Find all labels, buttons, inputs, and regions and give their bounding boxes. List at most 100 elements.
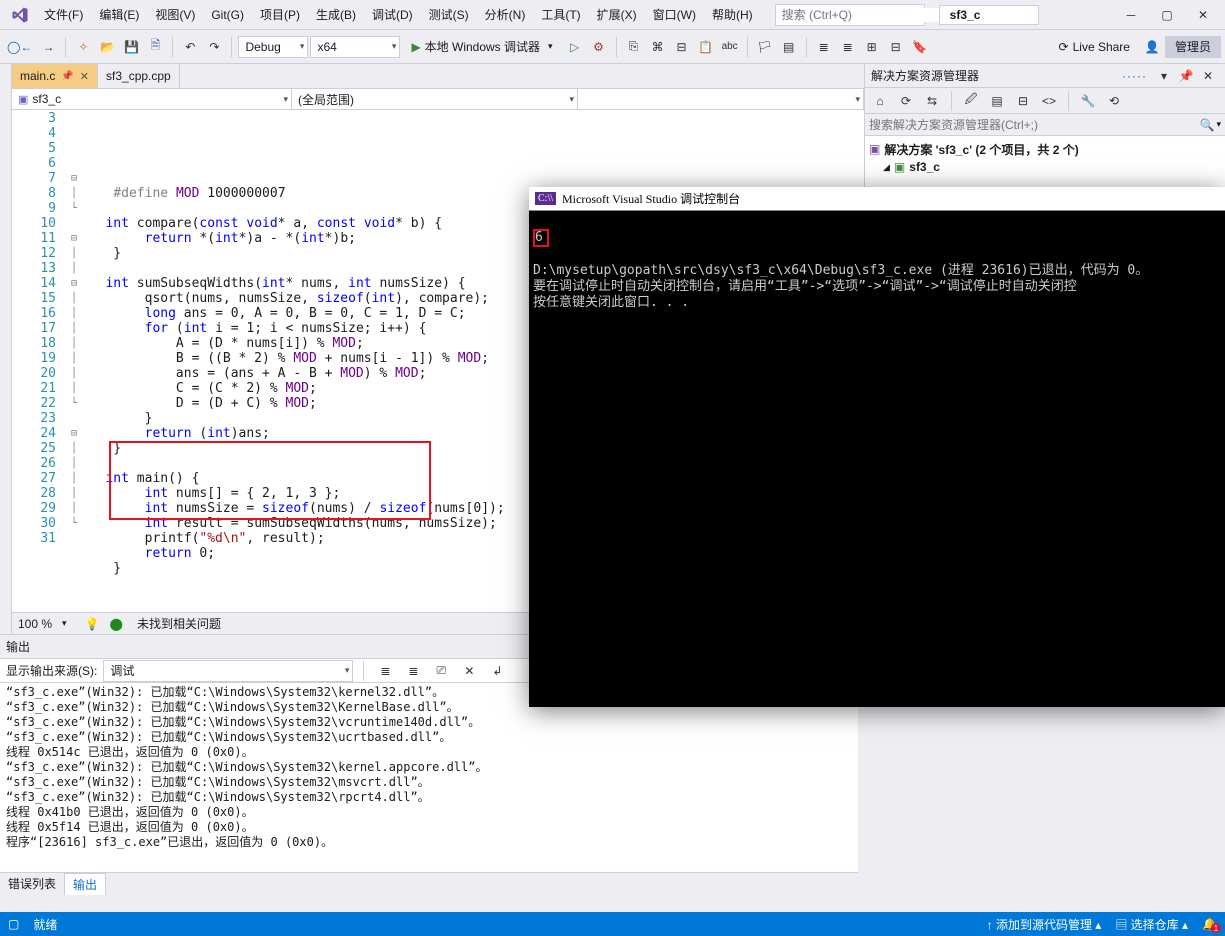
close-window-button[interactable]: ✕ <box>1185 4 1221 26</box>
expand-icon[interactable]: ◢ <box>883 162 890 173</box>
tb-extra3-icon[interactable]: ⊟ <box>671 36 693 58</box>
out-tool2-icon[interactable]: ≣ <box>402 660 424 682</box>
tab-error-list[interactable]: 错误列表 <box>0 873 64 894</box>
save-all-icon[interactable]: 🗎 <box>144 36 166 58</box>
out-tool3-icon[interactable]: ⎚ <box>430 660 452 682</box>
se-search-input[interactable] <box>869 118 1200 132</box>
file-tab-label: sf3_cpp.cpp <box>106 69 171 83</box>
tab-output[interactable]: 输出 <box>64 873 106 895</box>
maximize-button[interactable]: ▢ <box>1149 4 1185 26</box>
notification-bell-icon[interactable]: 🔔1 <box>1202 917 1217 931</box>
se-home-icon[interactable]: ⌂ <box>869 90 891 112</box>
solution-name-box[interactable]: sf3_c <box>939 5 1039 25</box>
redo-icon[interactable]: ↷ <box>203 36 225 58</box>
menu-debug[interactable]: 调试(D) <box>364 2 421 27</box>
open-icon[interactable]: 📂 <box>96 36 118 58</box>
output-title: 输出 <box>6 638 30 655</box>
feedback-icon[interactable]: 👤 <box>1141 36 1163 58</box>
liveshare-button[interactable]: ⟳Live Share <box>1050 36 1139 58</box>
new-item-icon[interactable]: ✧ <box>72 36 94 58</box>
project-node[interactable]: ◢ ▣ sf3_c <box>869 158 1221 176</box>
scope-member[interactable] <box>578 89 864 109</box>
se-tool3-icon[interactable]: ⊟ <box>1012 90 1034 112</box>
ok-icon: ⬤ <box>110 617 123 631</box>
minimize-button[interactable]: ─ <box>1113 4 1149 26</box>
tb-comment-icon[interactable]: ≣ <box>813 36 835 58</box>
menu-test[interactable]: 测试(S) <box>421 2 477 27</box>
scope-global-label: (全局范围) <box>298 91 354 108</box>
tb-flag-icon[interactable]: 🏳 <box>754 36 776 58</box>
out-wrap-icon[interactable]: ↲ <box>486 660 508 682</box>
search-input[interactable] <box>776 8 943 22</box>
tb-extra4-icon[interactable]: 📋 <box>695 36 717 58</box>
console-icon: C:\\ <box>535 192 556 205</box>
platform-select[interactable]: x64 <box>310 36 400 58</box>
se-close-icon[interactable]: ✕ <box>1197 65 1219 87</box>
scope-global[interactable]: (全局范围) <box>292 89 578 109</box>
se-tool4-icon[interactable]: <> <box>1038 90 1060 112</box>
pin-icon[interactable]: 📌 <box>61 71 73 82</box>
file-tab-main-c[interactable]: main.c 📌 ✕ <box>12 64 98 88</box>
menu-window[interactable]: 窗口(W) <box>645 2 704 27</box>
solution-root[interactable]: ▣ 解决方案 'sf3_c' (2 个项目，共 2 个) <box>869 140 1221 158</box>
menu-extensions[interactable]: 扩展(X) <box>589 2 645 27</box>
se-tool2-icon[interactable]: ▤ <box>986 90 1008 112</box>
console-hint2: 按任意键关闭此窗口. . . <box>533 295 689 310</box>
se-tool5-icon[interactable]: ⟲ <box>1103 90 1125 112</box>
menu-git[interactable]: Git(G) <box>203 4 252 26</box>
tb-outdent-icon[interactable]: ⊟ <box>885 36 907 58</box>
se-pin-icon[interactable]: 📌 <box>1175 65 1197 87</box>
menu-project[interactable]: 项目(P) <box>252 2 308 27</box>
menu-edit[interactable]: 编辑(E) <box>91 2 147 27</box>
zoom-level[interactable]: 100 % <box>18 617 52 631</box>
nav-back-icon[interactable]: ◯← <box>4 36 35 58</box>
se-sync-icon[interactable]: ⇆ <box>921 90 943 112</box>
se-tool1-icon[interactable]: 🖉 <box>960 90 982 112</box>
scope-project[interactable]: ▣sf3_c <box>12 89 292 109</box>
output-text[interactable]: “sf3_c.exe”(Win32): 已加载“C:\Windows\Syste… <box>0 683 858 872</box>
tb-extra1-icon[interactable]: ⎘ <box>623 36 645 58</box>
close-tab-icon[interactable]: ✕ <box>80 70 89 83</box>
tb-indent-icon[interactable]: ⊞ <box>861 36 883 58</box>
scope-project-label: sf3_c <box>32 92 61 106</box>
issues-label: 未找到相关问题 <box>137 615 221 632</box>
tb-extra2-icon[interactable]: ⌘ <box>647 36 669 58</box>
debug-console-window[interactable]: C:\\ Microsoft Visual Studio 调试控制台 6 D:\… <box>529 187 1225 707</box>
config-select[interactable]: Debug <box>238 36 308 58</box>
se-view-icon[interactable]: ⟳ <box>895 90 917 112</box>
liveshare-icon: ⟳ <box>1059 40 1069 54</box>
file-tab-sf3cpp[interactable]: sf3_cpp.cpp <box>98 64 180 88</box>
quick-search[interactable]: 🔍 <box>775 4 925 26</box>
start-nodebug-icon[interactable]: ▷ <box>564 36 586 58</box>
undo-icon[interactable]: ↶ <box>179 36 201 58</box>
search-icon: 🔍 <box>1200 118 1215 132</box>
start-debug-button[interactable]: ▶本地 Windows 调试器▾ <box>402 36 561 58</box>
nav-fwd-icon[interactable]: → <box>37 36 59 58</box>
out-tool1-icon[interactable]: ≣ <box>374 660 396 682</box>
menu-build[interactable]: 生成(B) <box>308 2 364 27</box>
solution-explorer-title: 解决方案资源管理器 <box>871 67 1116 84</box>
tb-uncomment-icon[interactable]: ≣ <box>837 36 859 58</box>
sb-src-control[interactable]: ↑ 添加到源代码管理 ▴ <box>987 916 1102 933</box>
refresh-icon[interactable]: ⚙ <box>588 36 610 58</box>
tb-abc-icon[interactable]: abc <box>719 36 741 58</box>
menu-view[interactable]: 视图(V) <box>147 2 203 27</box>
menu-analyze[interactable]: 分析(N) <box>477 2 534 27</box>
se-dropdown-icon[interactable]: ▾ <box>1153 65 1175 87</box>
lightbulb-icon[interactable]: 💡 <box>85 617 100 631</box>
sb-repo-select[interactable]: ▤ 选择仓库 ▴ <box>1115 916 1188 933</box>
project-icon: ▣ <box>894 160 905 174</box>
status-ready: 就绪 <box>33 916 57 933</box>
output-source-select[interactable]: 调试 <box>103 660 353 682</box>
tb-bookmark-icon[interactable]: 🔖 <box>909 36 931 58</box>
tb-group1-icon[interactable]: ▤ <box>778 36 800 58</box>
menu-help[interactable]: 帮助(H) <box>704 2 761 27</box>
notif-count: 1 <box>1211 923 1221 933</box>
solution-icon: ▣ <box>869 142 880 156</box>
play-icon: ▶ <box>411 40 420 54</box>
se-wrench-icon[interactable]: 🔧 <box>1077 90 1099 112</box>
menu-tools[interactable]: 工具(T) <box>533 2 588 27</box>
menu-file[interactable]: 文件(F) <box>36 2 91 27</box>
save-icon[interactable]: 💾 <box>120 36 142 58</box>
out-clear-icon[interactable]: ✕ <box>458 660 480 682</box>
